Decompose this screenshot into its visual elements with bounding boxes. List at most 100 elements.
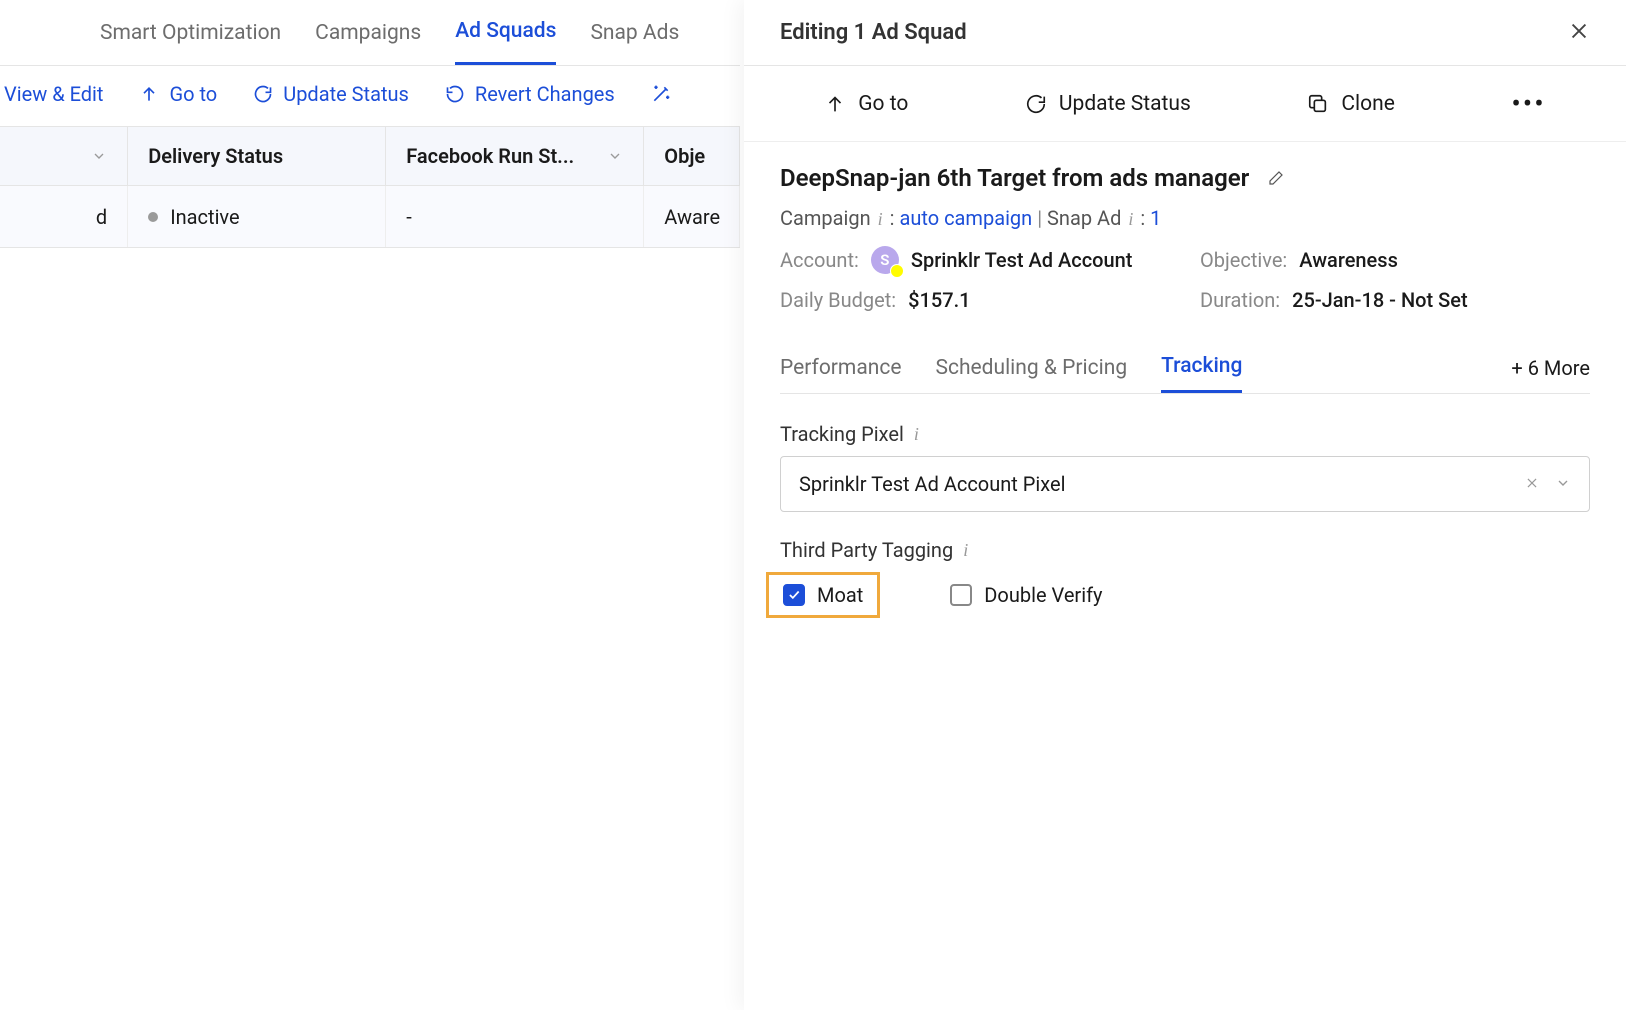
close-button[interactable] bbox=[1568, 19, 1590, 47]
duration-value: 25-Jan-18 - Not Set bbox=[1292, 288, 1467, 312]
subtab-performance[interactable]: Performance bbox=[780, 344, 901, 392]
revert-icon bbox=[445, 84, 465, 104]
info-icon[interactable]: i bbox=[1128, 209, 1133, 230]
budget-value: $157.1 bbox=[908, 288, 970, 312]
info-icon[interactable]: i bbox=[963, 540, 968, 561]
panel-sub-tabs: Performance Scheduling & Pricing Trackin… bbox=[780, 342, 1590, 394]
refresh-check-icon bbox=[253, 84, 273, 104]
chevron-down-icon bbox=[607, 148, 623, 164]
magic-wand-icon bbox=[651, 84, 671, 104]
account-label: Account: bbox=[780, 248, 859, 272]
col-objective-label: Obje bbox=[664, 144, 705, 168]
main-tabs: Smart Optimization Campaigns Ad Squads S… bbox=[0, 0, 740, 66]
table-row[interactable]: d Inactive - Aware bbox=[0, 186, 740, 248]
clear-pixel-button[interactable] bbox=[1525, 474, 1539, 495]
arrow-up-icon bbox=[139, 84, 159, 104]
duration-label: Duration: bbox=[1200, 288, 1280, 312]
tracking-pixel-select[interactable]: Sprinklr Test Ad Account Pixel bbox=[780, 456, 1590, 512]
update-status-label: Update Status bbox=[283, 82, 409, 106]
tagging-checkbox-row: Moat Double Verify bbox=[780, 572, 1590, 618]
panel-title: Editing 1 Ad Squad bbox=[780, 20, 967, 45]
open-pixel-dropdown[interactable] bbox=[1555, 472, 1571, 496]
account-avatar: S bbox=[871, 246, 899, 274]
panel-update-status-label: Update Status bbox=[1059, 92, 1191, 116]
go-to-button[interactable]: Go to bbox=[139, 82, 217, 106]
clone-icon bbox=[1307, 93, 1329, 115]
col-0[interactable] bbox=[0, 127, 128, 185]
avatar-initial: S bbox=[880, 251, 889, 269]
more-dots-icon: ••• bbox=[1511, 87, 1545, 120]
table: Delivery Status Facebook Run St... Obje … bbox=[0, 126, 740, 248]
col-delivery-status-label: Delivery Status bbox=[148, 144, 283, 168]
meta-line: Campaign i : auto campaign | Snap Ad i :… bbox=[780, 206, 1590, 230]
panel-more-button[interactable]: ••• bbox=[1511, 87, 1545, 120]
kv-duration: Duration: 25-Jan-18 - Not Set bbox=[1200, 288, 1590, 312]
campaign-link[interactable]: auto campaign bbox=[899, 206, 1032, 230]
col-objective[interactable]: Obje bbox=[644, 127, 740, 185]
go-to-label: Go to bbox=[169, 82, 217, 106]
col-fb-run-status[interactable]: Facebook Run St... bbox=[386, 127, 644, 185]
campaign-label: Campaign bbox=[780, 206, 871, 230]
subtab-scheduling[interactable]: Scheduling & Pricing bbox=[935, 344, 1127, 392]
cell-delivery-status: Inactive bbox=[128, 186, 386, 247]
table-header: Delivery Status Facebook Run St... Obje bbox=[0, 126, 740, 186]
kv-account: Account: S Sprinklr Test Ad Account bbox=[780, 246, 1180, 274]
entity-name: DeepSnap-jan 6th Target from ads manager bbox=[780, 164, 1249, 192]
objective-label: Objective: bbox=[1200, 248, 1287, 272]
checkbox-checked-icon bbox=[783, 584, 805, 606]
arrow-up-icon bbox=[824, 93, 846, 115]
revert-changes-button[interactable]: Revert Changes bbox=[445, 82, 615, 106]
subtab-more[interactable]: + 6 More bbox=[1511, 356, 1590, 380]
panel-clone-button[interactable]: Clone bbox=[1307, 92, 1394, 116]
snapchat-badge-icon bbox=[890, 264, 904, 278]
subtab-tracking[interactable]: Tracking bbox=[1161, 342, 1242, 393]
kv-budget: Daily Budget: $157.1 bbox=[780, 288, 1180, 312]
moat-label: Moat bbox=[817, 583, 863, 607]
panel-clone-label: Clone bbox=[1341, 92, 1394, 116]
cell-fb-run: - bbox=[386, 186, 644, 247]
panel-header: Editing 1 Ad Squad bbox=[744, 0, 1626, 66]
moat-checkbox[interactable]: Moat bbox=[783, 583, 863, 607]
chevron-down-icon bbox=[1555, 475, 1571, 491]
close-icon bbox=[1568, 20, 1590, 42]
third-party-tagging-field: Third Party Tagging i Moat Double Verify bbox=[780, 538, 1590, 618]
tab-ad-squads[interactable]: Ad Squads bbox=[455, 0, 556, 65]
cell-objective: Aware bbox=[644, 186, 740, 247]
edit-panel: Editing 1 Ad Squad Go to Update Status C… bbox=[744, 0, 1626, 1010]
col-fb-run-status-label: Facebook Run St... bbox=[406, 144, 574, 168]
tab-snap-ads[interactable]: Snap Ads bbox=[590, 2, 679, 64]
panel-body: DeepSnap-jan 6th Target from ads manager… bbox=[744, 142, 1626, 1010]
objective-value: Awareness bbox=[1299, 248, 1398, 272]
col-delivery-status[interactable]: Delivery Status bbox=[128, 127, 386, 185]
tracking-pixel-field: Tracking Pixel i Sprinklr Test Ad Accoun… bbox=[780, 422, 1590, 512]
cell-0: d bbox=[0, 186, 128, 247]
panel-actions: Go to Update Status Clone ••• bbox=[744, 66, 1626, 142]
tagging-label-row: Third Party Tagging i bbox=[780, 538, 1590, 562]
entity-title-row: DeepSnap-jan 6th Target from ads manager bbox=[780, 164, 1590, 192]
budget-label: Daily Budget: bbox=[780, 288, 896, 312]
update-status-button[interactable]: Update Status bbox=[253, 82, 409, 106]
left-toolbar: View & Edit Go to Update Status Revert C… bbox=[0, 66, 740, 121]
view-edit-button[interactable]: View & Edit bbox=[4, 82, 103, 106]
edit-name-button[interactable] bbox=[1267, 169, 1285, 187]
snapad-label: Snap Ad bbox=[1047, 206, 1121, 230]
tracking-pixel-label-row: Tracking Pixel i bbox=[780, 422, 1590, 446]
magic-button[interactable] bbox=[651, 84, 671, 104]
status-text: Inactive bbox=[170, 205, 239, 229]
info-icon[interactable]: i bbox=[878, 209, 883, 230]
refresh-check-icon bbox=[1025, 93, 1047, 115]
account-value: Sprinklr Test Ad Account bbox=[911, 248, 1133, 272]
panel-go-to-button[interactable]: Go to bbox=[824, 92, 908, 116]
chevron-down-icon bbox=[91, 148, 107, 164]
tab-smart-optimization[interactable]: Smart Optimization bbox=[100, 2, 281, 64]
double-verify-checkbox[interactable]: Double Verify bbox=[950, 583, 1102, 607]
revert-changes-label: Revert Changes bbox=[475, 82, 615, 106]
snapad-link[interactable]: 1 bbox=[1150, 206, 1161, 230]
tab-campaigns[interactable]: Campaigns bbox=[315, 2, 421, 64]
panel-update-status-button[interactable]: Update Status bbox=[1025, 92, 1191, 116]
moat-highlight: Moat bbox=[766, 572, 880, 618]
panel-go-to-label: Go to bbox=[858, 92, 908, 116]
info-icon[interactable]: i bbox=[914, 424, 919, 445]
dv-label: Double Verify bbox=[984, 583, 1102, 607]
view-edit-label: View & Edit bbox=[4, 82, 103, 106]
